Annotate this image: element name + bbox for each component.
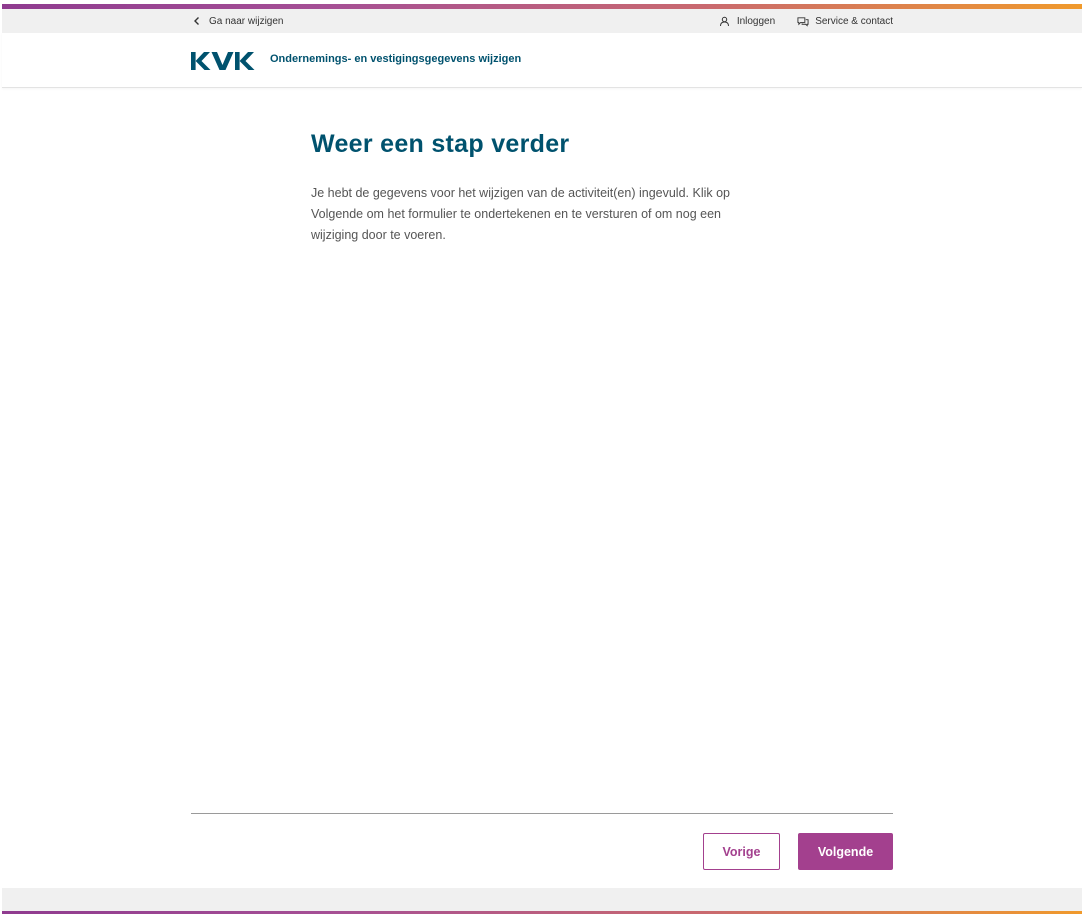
actions-divider <box>191 813 893 814</box>
page-edge <box>0 0 2 914</box>
footer-band <box>2 888 1082 911</box>
main-heading: Weer een stap verder <box>311 130 570 158</box>
next-button[interactable]: Volgende <box>798 833 893 870</box>
login-link[interactable]: Inloggen <box>719 15 775 27</box>
kvk-logo[interactable] <box>191 51 257 71</box>
previous-button[interactable]: Vorige <box>703 833 780 870</box>
page-title: Ondernemings- en vestigingsgegevens wijz… <box>270 53 522 65</box>
login-label: Inloggen <box>736 15 776 27</box>
back-link-label: Ga naar wijzigen <box>209 15 284 27</box>
utility-bar: Ga naar wijzigen Inloggen Service & cont… <box>2 9 1082 33</box>
chat-icon <box>797 15 809 27</box>
chevron-left-icon <box>191 15 203 27</box>
main-body-text: Je hebt de gegevens voor het wijzigen va… <box>311 186 731 242</box>
page: Ga naar wijzigen Inloggen Service & cont… <box>0 0 1082 914</box>
service-contact-link[interactable]: Service & contact <box>797 15 893 27</box>
user-icon <box>719 15 731 27</box>
main-content: Weer een stap verder Je hebt de gegevens… <box>311 130 771 246</box>
utility-links: Inloggen Service & contact <box>719 9 893 33</box>
back-to-wijzigen-link[interactable]: Ga naar wijzigen <box>191 9 283 33</box>
service-label: Service & contact <box>815 15 893 27</box>
site-header: Ondernemings- en vestigingsgegevens wijz… <box>2 33 1082 88</box>
